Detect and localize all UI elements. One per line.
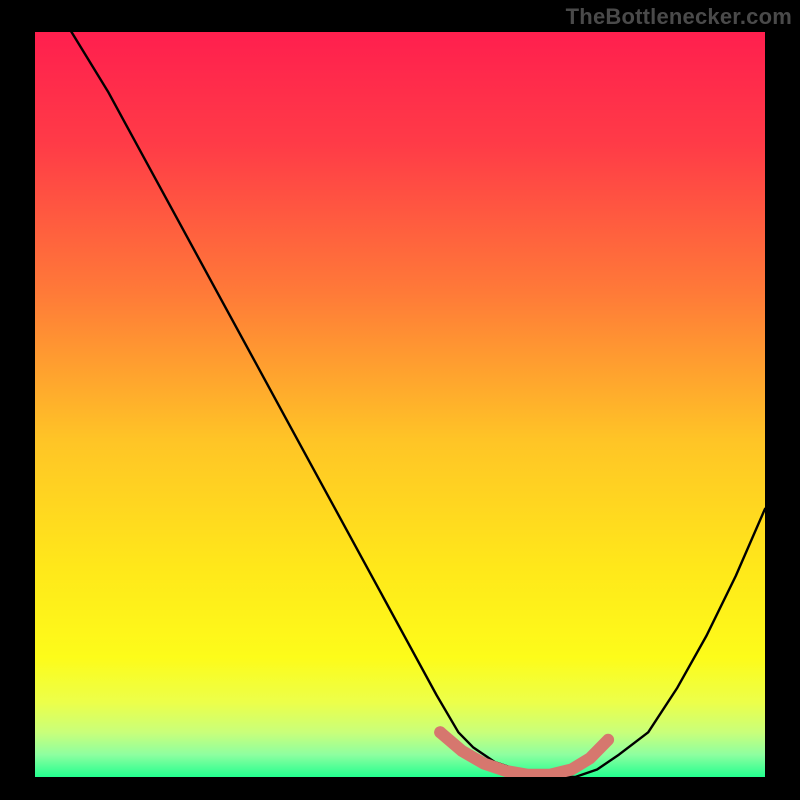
highlight-marker	[434, 726, 446, 738]
attribution-text: TheBottlenecker.com	[566, 4, 792, 30]
chart-stage: TheBottlenecker.com	[0, 0, 800, 800]
bottleneck-chart	[35, 32, 765, 777]
gradient-panel	[35, 32, 765, 777]
